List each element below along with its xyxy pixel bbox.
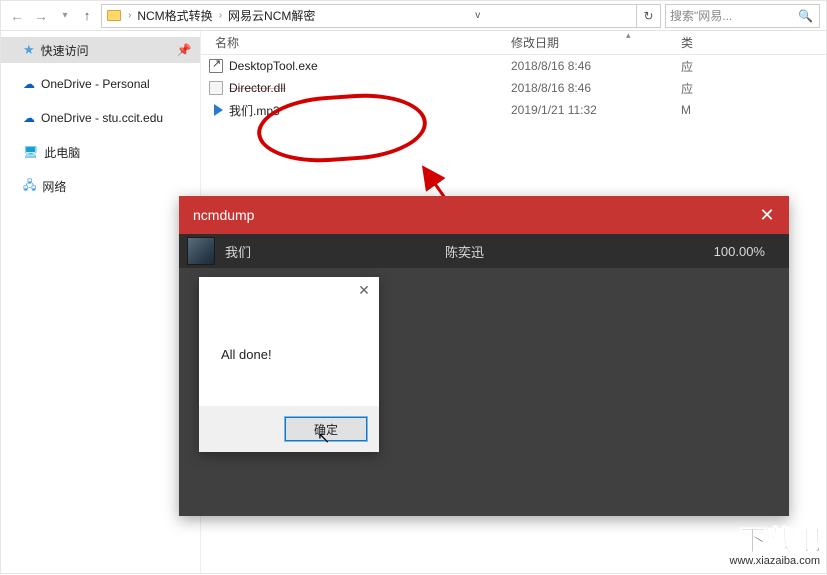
- window-title: ncmdump: [193, 207, 254, 223]
- sidebar-item-label: OneDrive - stu.ccit.edu: [41, 111, 163, 125]
- message-dialog: ✕ All done! 确定: [199, 277, 379, 452]
- refresh-button[interactable]: ↻: [636, 5, 660, 27]
- dialog-footer: 确定: [199, 406, 379, 452]
- dialog-message: All done!: [199, 303, 379, 406]
- track-progress: 100.00%: [714, 244, 789, 259]
- exe-icon: [201, 59, 229, 73]
- pc-icon: 🖥: [23, 145, 38, 159]
- chevron-right-icon: ›: [126, 10, 133, 21]
- column-header-name[interactable]: 名称: [201, 34, 511, 51]
- sidebar-item-label: 网络: [42, 178, 66, 195]
- network-icon: 🖧: [23, 176, 36, 197]
- file-row[interactable]: 我们.mp3 2019/1/21 11:32 M: [201, 99, 826, 121]
- watermark-logo: 下载吧: [730, 527, 820, 555]
- address-bar: ← → ▾ ↑ › NCM格式转换 › 网易云NCM解密 v ↻ 搜索"网易..…: [1, 1, 826, 31]
- file-row[interactable]: DesktopTool.exe 2018/8/16 8:46 应: [201, 55, 826, 77]
- column-header-row: 名称 修改日期 类: [201, 31, 826, 55]
- column-header-type[interactable]: 类: [681, 34, 826, 51]
- sidebar-item-network[interactable]: 🖧 网络: [1, 173, 200, 199]
- sidebar-item-label: OneDrive - Personal: [41, 77, 150, 91]
- search-icon[interactable]: 🔍: [792, 9, 819, 23]
- ncmdump-titlebar[interactable]: ncmdump ✕: [179, 196, 789, 234]
- file-date: 2018/8/16 8:46: [511, 59, 681, 73]
- ok-button[interactable]: 确定: [285, 417, 367, 441]
- track-artist: 陈奕迅: [445, 242, 635, 261]
- chevron-right-icon: ›: [217, 10, 224, 21]
- close-icon: ✕: [759, 205, 774, 226]
- history-dropdown[interactable]: v: [466, 5, 490, 27]
- sidebar-item-this-pc[interactable]: 🖥 此电脑: [1, 139, 200, 165]
- album-art: [187, 237, 215, 265]
- cloud-icon: ☁: [23, 77, 35, 91]
- forward-button[interactable]: →: [29, 4, 53, 28]
- watermark-url: www.xiazaiba.com: [730, 555, 820, 567]
- sidebar-item-label: 快速访问: [41, 42, 89, 59]
- dll-icon: [201, 81, 229, 95]
- breadcrumb-item[interactable]: 网易云NCM解密: [224, 7, 319, 24]
- recent-dropdown[interactable]: ▾: [53, 4, 77, 28]
- file-type: 应: [681, 58, 693, 75]
- close-icon: ✕: [358, 282, 370, 299]
- file-type: 应: [681, 80, 693, 97]
- navigation-sidebar: ★ 快速访问 📌 ☁ OneDrive - Personal ☁ OneDriv…: [1, 31, 201, 573]
- file-date: 2018/8/16 8:46: [511, 81, 681, 95]
- search-placeholder: 搜索"网易...: [670, 7, 732, 24]
- cloud-icon: ☁: [23, 111, 35, 125]
- file-name: 我们.mp3: [229, 102, 511, 119]
- file-type: M: [681, 103, 691, 117]
- sidebar-item-label: 此电脑: [44, 144, 80, 161]
- folder-icon: [106, 8, 122, 24]
- file-date: 2019/1/21 11:32: [511, 103, 681, 117]
- column-header-date[interactable]: 修改日期: [511, 34, 681, 51]
- sidebar-item-onedrive-school[interactable]: ☁ OneDrive - stu.ccit.edu: [1, 105, 200, 131]
- file-name: Director.dll: [229, 81, 511, 95]
- file-row[interactable]: Director.dll 2018/8/16 8:46 应: [201, 77, 826, 99]
- pin-icon: 📌: [176, 43, 192, 57]
- breadcrumb[interactable]: › NCM格式转换 › 网易云NCM解密 v ↻: [101, 4, 661, 28]
- star-icon: ★: [23, 42, 35, 58]
- watermark: 下载吧 www.xiazaiba.com: [730, 527, 820, 567]
- file-name: DesktopTool.exe: [229, 59, 511, 73]
- search-input[interactable]: 搜索"网易... 🔍: [665, 4, 820, 28]
- back-button[interactable]: ←: [5, 4, 29, 28]
- close-button[interactable]: ✕: [745, 196, 789, 234]
- up-button[interactable]: ↑: [77, 4, 97, 28]
- dialog-close-button[interactable]: ✕: [349, 277, 379, 303]
- track-row[interactable]: 我们 陈奕迅 100.00%: [179, 234, 789, 268]
- sidebar-item-quick-access[interactable]: ★ 快速访问 📌: [1, 37, 200, 63]
- audio-icon: [201, 104, 229, 116]
- track-title: 我们: [225, 242, 445, 261]
- breadcrumb-item[interactable]: NCM格式转换: [133, 7, 216, 24]
- sort-caret-icon: ▴: [626, 30, 631, 41]
- sidebar-item-onedrive-personal[interactable]: ☁ OneDrive - Personal: [1, 71, 200, 97]
